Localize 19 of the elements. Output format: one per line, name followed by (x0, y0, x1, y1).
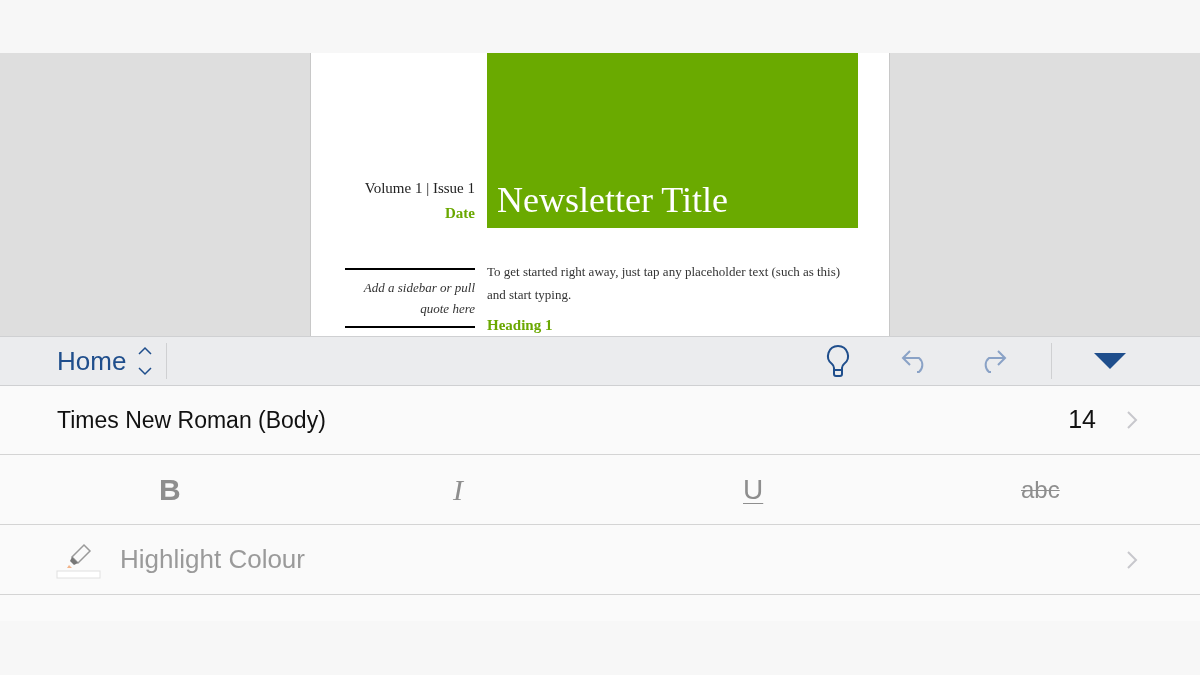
bold-button[interactable]: B (143, 463, 197, 516)
ribbon-tab-selector[interactable]: Home (0, 341, 139, 381)
lightbulb-icon[interactable] (825, 344, 851, 378)
newsletter-title: Newsletter Title (497, 178, 728, 222)
chevron-right-icon (1126, 410, 1138, 430)
body-paragraph: To get started right away, just tap any placeholder text (such as this) and start typing. (487, 262, 842, 304)
font-size: 14 (1068, 404, 1096, 436)
collapse-triangle-icon[interactable] (1094, 353, 1126, 369)
issue-text: Volume 1 | Issue 1 (364, 179, 476, 198)
font-name: Times New Roman (Body) (57, 405, 327, 435)
strikethrough-button[interactable]: abc (1005, 467, 1076, 512)
chevron-right-icon (1126, 549, 1138, 570)
up-down-chevron-icon[interactable] (138, 345, 153, 377)
heading-text: Heading 1 (487, 315, 554, 335)
italic-button[interactable]: I (437, 463, 479, 516)
sidebar-quote: Add a sidebar or pull quote here (362, 279, 475, 318)
underline-button[interactable]: U (727, 464, 780, 515)
row-label: Highlight Colour (120, 543, 306, 576)
date-text: Date (445, 203, 476, 223)
